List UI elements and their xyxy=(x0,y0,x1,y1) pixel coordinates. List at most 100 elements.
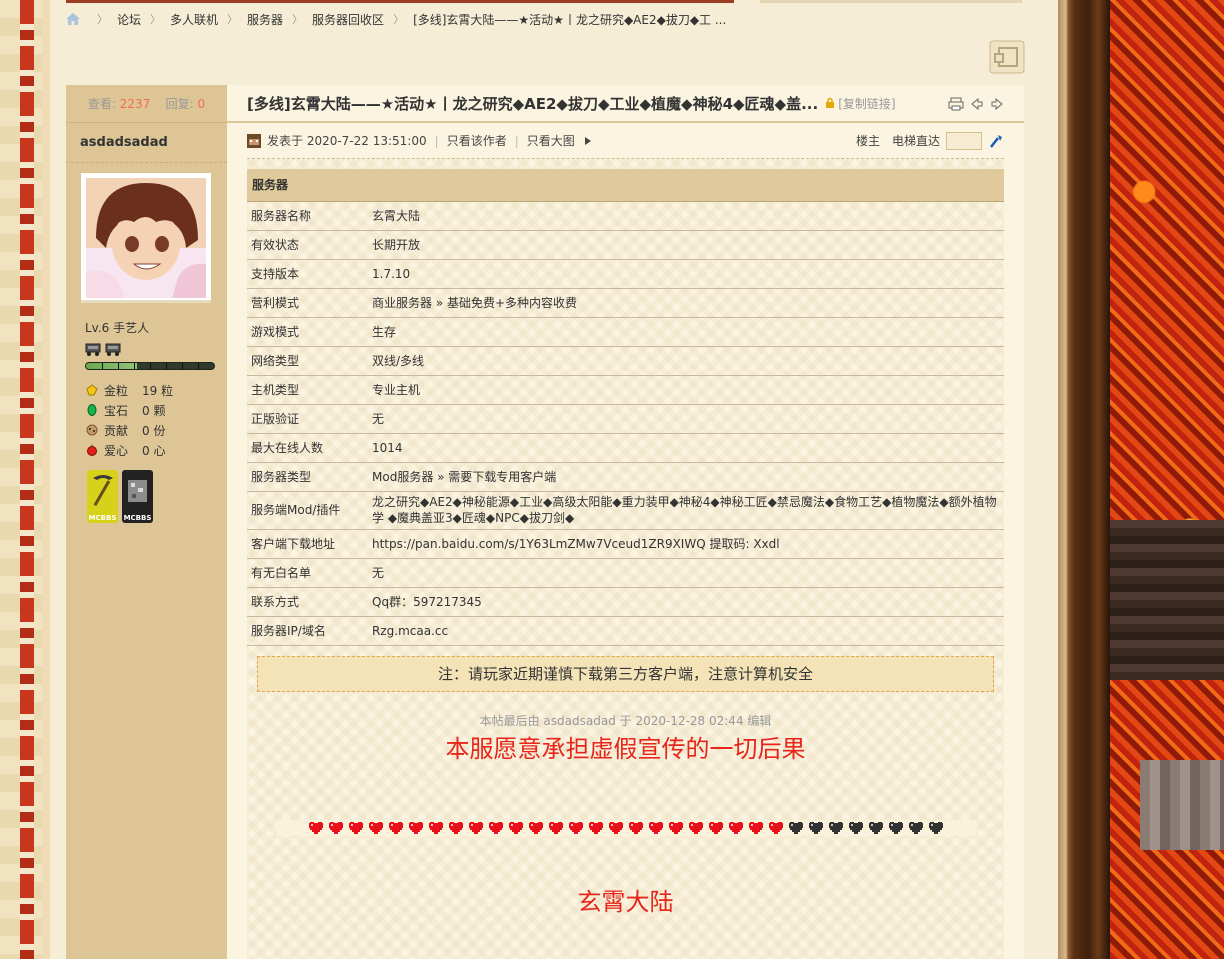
table-row: 主机类型 专业主机 xyxy=(247,375,1004,405)
heart-icon xyxy=(688,821,703,834)
heart-icon xyxy=(448,821,463,834)
breadcrumb: 〉 论坛 〉 多人联机 〉 服务器 〉 服务器回收区 〉 [多线]玄霄大陆——★… xyxy=(66,10,726,28)
table-row: 服务器类型 Mod服务器 » 需要下载专用客户端 xyxy=(247,462,1004,492)
level-medals xyxy=(85,342,227,356)
author-sidebar: 查看: 2237 回复: 0 asdadsadad Lv.6 手艺人 金粒 19… xyxy=(66,85,227,959)
table-cell-value: 生存 xyxy=(368,317,1004,347)
table-cell-value: 专业主机 xyxy=(368,375,1004,405)
breadcrumb-server-recycle[interactable]: 服务器回收区 xyxy=(312,11,384,28)
thread-title: [多线]玄霄大陆——★活动★丨龙之研究◆AE2◆拔刀◆工业◆植魔◆神秘4◆匠魂◆… xyxy=(247,94,819,113)
heart-icon xyxy=(828,821,843,834)
return-list-icon[interactable] xyxy=(989,40,1025,74)
table-cell-value: 无 xyxy=(368,558,1004,588)
copy-link[interactable]: [复制链接] xyxy=(824,95,896,112)
avatar-image xyxy=(86,178,206,298)
thread-stats: 查看: 2237 回复: 0 xyxy=(66,85,227,123)
copy-link-label[interactable]: [复制链接] xyxy=(838,95,895,112)
pickaxe-badge[interactable]: MCBBS xyxy=(87,470,118,523)
divider: | xyxy=(514,133,519,148)
table-cell-value: Rzg.mcaa.cc xyxy=(368,616,1004,646)
table-row: 游戏模式 生存 xyxy=(247,317,1004,347)
avatar[interactable] xyxy=(81,173,211,303)
user-level: Lv.6 手艺人 xyxy=(85,321,150,335)
cookie-icon xyxy=(86,424,98,436)
table-cell-value[interactable]: https://pan.baidu.com/s/1Y63LmZMw7Vceud1… xyxy=(368,529,1004,559)
stone-block xyxy=(1140,760,1224,850)
heart-icon xyxy=(528,821,543,834)
server-info-table: 服务器 服务器名称 玄霄大陆 有效状态 长期开放 支持版本 1.7.10 营利模式 商业服务器… xyxy=(247,169,1004,646)
heart-icon xyxy=(648,821,663,834)
security-notice: 注：请玩家近期谨慎下载第三方客户端，注意计算机安全 xyxy=(257,655,994,692)
table-cell-value: 龙之研究◆AE2◆神秘能源◆工业◆高级太阳能◆重力装甲◆神秘4◆神秘工匠◆禁忌魔… xyxy=(368,491,1004,530)
heart-icon xyxy=(888,821,903,834)
table-cell-key: 游戏模式 xyxy=(247,317,368,347)
table-cell-key: 服务器类型 xyxy=(247,462,368,492)
table-cell-key: 最大在线人数 xyxy=(247,433,368,463)
table-cell-value: 双线/多线 xyxy=(368,346,1004,376)
badge-label: MCBBS xyxy=(123,514,152,522)
right-wood-frame xyxy=(1058,0,1110,959)
user-badges: MCBBS MCBBS xyxy=(87,470,227,523)
chevron-right-icon: 〉 xyxy=(150,13,162,26)
heart-icon xyxy=(788,821,803,834)
heart-icon xyxy=(488,821,503,834)
credit-row: 爱心 0 心 xyxy=(86,440,227,460)
pickaxe-icon xyxy=(93,475,113,506)
breadcrumb-multiplayer[interactable]: 多人联机 xyxy=(170,11,218,28)
heart-icon xyxy=(308,821,323,834)
author-username[interactable]: asdadsadad xyxy=(66,123,227,163)
breadcrumb-servers[interactable]: 服务器 xyxy=(247,11,283,28)
level-progress-bar xyxy=(85,362,215,370)
emerald-icon xyxy=(87,404,97,416)
ore-block-icon xyxy=(128,480,147,502)
table-cell-value: Mod服务器 » 需要下载专用客户端 xyxy=(368,462,1004,492)
table-cell-value: 玄霄大陆 xyxy=(368,201,1004,231)
credit-row: 宝石 0 颗 xyxy=(86,400,227,420)
heart-icon xyxy=(768,821,783,834)
table-row: 服务端Mod/插件 龙之研究◆AE2◆神秘能源◆工业◆高级太阳能◆重力装甲◆神秘4… xyxy=(247,491,1004,530)
jump-floor-input[interactable] xyxy=(946,131,982,150)
only-author-link[interactable]: 只看该作者 xyxy=(447,132,507,149)
gold-nugget-icon xyxy=(86,384,98,396)
heart-icon xyxy=(388,821,403,834)
chevron-right-icon: 〉 xyxy=(97,13,108,26)
server-table-header: 服务器 xyxy=(247,169,1004,202)
chevron-right-icon: 〉 xyxy=(393,13,405,26)
thread-tools xyxy=(948,97,1004,111)
table-row: 客户端下载地址 https://pan.baidu.com/s/1Y63LmZMw… xyxy=(247,529,1004,559)
heart-icon xyxy=(328,821,343,834)
table-row: 正版验证无 xyxy=(247,404,1004,434)
slogan-text: 本服愿意承担虚假宣传的一切后果 xyxy=(445,734,806,763)
credit-label: 贡献 xyxy=(104,423,129,438)
lava-background xyxy=(1110,0,1224,959)
online-status-icon xyxy=(247,133,261,148)
credit-row: 金粒 19 粒 xyxy=(86,380,227,400)
home-icon[interactable] xyxy=(66,13,80,25)
left-decorative-border xyxy=(0,0,50,959)
caret-right-icon[interactable] xyxy=(583,136,593,146)
edited-note: 本帖最后由 asdadsadad 于 2020-12-28 02:44 编辑 xyxy=(479,713,772,728)
ore-badge[interactable]: MCBBS xyxy=(122,470,153,523)
next-thread-icon[interactable] xyxy=(990,97,1004,111)
divider: | xyxy=(434,133,439,148)
big-image-link[interactable]: 只看大图 xyxy=(527,132,575,149)
heart-icon xyxy=(588,821,603,834)
credit-label: 金粒 xyxy=(104,383,129,398)
heart-icon xyxy=(868,821,883,834)
minecart-icon xyxy=(105,343,121,356)
badge-label: MCBBS xyxy=(88,514,117,522)
floor-label: 楼主 xyxy=(855,134,880,148)
table-cell-key: 支持版本 xyxy=(247,259,368,289)
print-icon[interactable] xyxy=(948,97,964,111)
previous-thread-icon[interactable] xyxy=(970,97,984,111)
table-row: 有无白名单无 xyxy=(247,558,1004,588)
lock-icon xyxy=(826,97,835,108)
breadcrumb-current-thread[interactable]: [多线]玄霄大陆——★活动★丨龙之研究◆AE2◆拔刀◆工 ... xyxy=(413,11,726,28)
chevron-right-icon: 〉 xyxy=(292,13,304,26)
heart-icon xyxy=(928,821,943,834)
table-row: 联系方式 Qq群：597217345 xyxy=(247,587,1004,617)
table-row: 服务器名称 玄霄大陆 xyxy=(247,201,1004,231)
table-cell-value: Qq群：597217345 xyxy=(368,587,1004,617)
jump-go-icon[interactable] xyxy=(988,133,1004,149)
breadcrumb-forum[interactable]: 论坛 xyxy=(117,11,141,28)
